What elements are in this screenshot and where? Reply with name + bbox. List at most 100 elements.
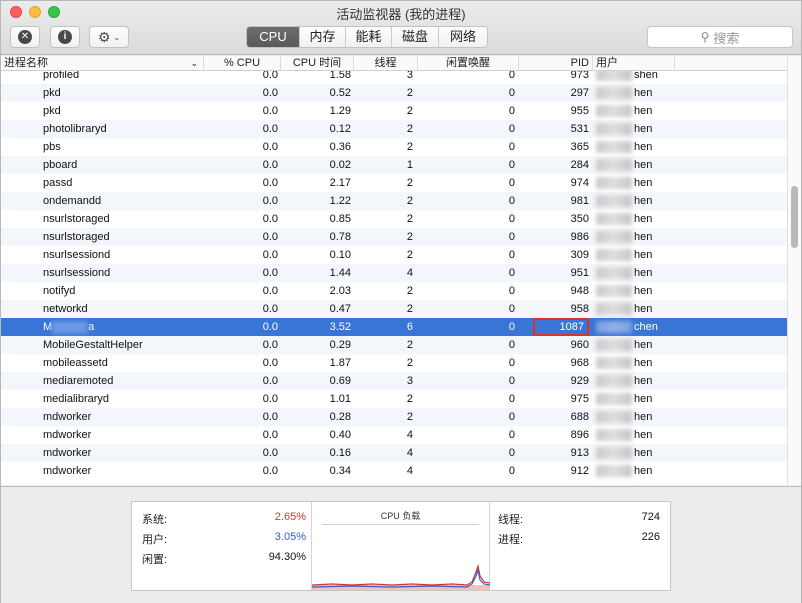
table-header: 进程名称 ⌄ % CPU CPU 时间 线程 闲置唤醒 PID 用户 [1,56,787,71]
table-row[interactable]: mdworker 0.0 0.16 4 0 913 hen [1,444,787,462]
redacted-user [596,447,632,460]
column-header-name[interactable]: 进程名称 ⌄ [1,56,204,71]
actions-menu-button[interactable]: ⚙ ⌄ [89,26,129,48]
user-name: hen [596,444,666,462]
table-row-selected[interactable]: Ma 0.0 3.52 6 0 1087 chen [1,318,787,336]
pid: 973 [570,71,589,81]
cpu-time: 0.69 [329,375,351,387]
thread-count: 4 [406,429,413,441]
process-name: ondemandd [43,195,102,207]
column-header-cpu[interactable]: % CPU [204,56,281,71]
table-row[interactable]: networkd 0.0 0.47 2 0 958 hen [1,300,787,318]
user-name-suffix: hen [634,105,653,117]
user-name-suffix: hen [634,285,653,297]
search-field[interactable]: ⚲ 搜索 [647,26,793,48]
column-header-idle-wakeups[interactable]: 闲置唤醒 [418,56,519,71]
pid: 896 [570,429,589,441]
user-name: hen [596,264,666,282]
table-row[interactable]: notifyd 0.0 2.03 2 0 948 hen [1,282,787,300]
table-row[interactable]: pkd 0.0 1.29 2 0 955 hen [1,102,787,120]
redacted-user [596,321,632,334]
idle-wakeups: 0 [508,195,515,207]
user-name-suffix: hen [634,249,653,261]
cpu-percent: 0.0 [262,87,278,99]
pid: 913 [570,447,589,459]
user-name: hen [596,120,666,138]
user-name: hen [596,228,666,246]
table-row[interactable]: MobileGestaltHelper 0.0 0.29 2 0 960 hen [1,336,787,354]
cpu-percent: 0.0 [262,465,278,477]
pid: 975 [570,393,589,405]
idle-wakeups: 0 [508,71,515,81]
pid: 986 [570,231,589,243]
cpu-time: 0.28 [329,411,351,423]
user-name: hen [596,426,666,444]
redacted-user [596,123,632,136]
cpu-percent: 0.0 [262,177,278,189]
process-name: pkd [43,105,61,117]
cpu-percent: 0.0 [262,159,278,171]
table-row[interactable]: pbs 0.0 0.36 2 0 365 hen [1,138,787,156]
inspect-process-button[interactable]: i [50,26,80,48]
cpu-percent: 0.0 [262,339,278,351]
chevron-down-icon: ⌄ [113,32,121,42]
user-name: hen [596,300,666,318]
cpu-time: 0.78 [329,231,351,243]
cpu-percent: 0.0 [262,357,278,369]
idle-wakeups: 0 [508,123,515,135]
user-name: hen [596,282,666,300]
user-name-suffix: hen [634,411,653,423]
cpu-percent: 0.0 [262,123,278,135]
process-name: mobileassetd [43,357,108,369]
pid: 968 [570,357,589,369]
table-row[interactable]: mobileassetd 0.0 1.87 2 0 968 hen [1,354,787,372]
idle-value: 94.30% [268,551,306,563]
table-row[interactable]: medialibraryd 0.0 1.01 2 0 975 hen [1,390,787,408]
process-name: nsurlstoraged [43,231,110,243]
quit-process-button[interactable]: ✕ [10,26,40,48]
table-row[interactable]: mdworker 0.0 0.34 4 0 912 hen [1,462,787,480]
table-row[interactable]: mdworker 0.0 0.28 2 0 688 hen [1,408,787,426]
user-name-suffix: hen [634,195,653,207]
user-name: hen [596,390,666,408]
cpu-time: 2.03 [329,285,351,297]
redacted-user [596,375,632,388]
column-header-user[interactable]: 用户 [593,56,675,71]
column-header-threads[interactable]: 线程 [354,56,418,71]
table-row[interactable]: ondemandd 0.0 1.22 2 0 981 hen [1,192,787,210]
tab-memory[interactable]: 内存 [299,27,345,47]
table-row[interactable]: nsurlsessiond 0.0 0.10 2 0 309 hen [1,246,787,264]
system-label: 系统: [142,514,168,526]
column-header-pid[interactable]: PID [519,56,593,71]
vertical-scrollbar[interactable] [787,56,801,485]
info-icon: i [58,30,72,44]
table-row[interactable]: nsurlstoraged 0.0 0.85 2 0 350 hen [1,210,787,228]
table-row[interactable]: mdworker 0.0 0.40 4 0 896 hen [1,426,787,444]
thread-count: 2 [406,285,413,297]
table-row[interactable]: photolibraryd 0.0 0.12 2 0 531 hen [1,120,787,138]
table-row[interactable]: profiled 0.0 1.58 3 0 973 shen [1,71,787,84]
table-row[interactable]: nsurlsessiond 0.0 1.44 4 0 951 hen [1,264,787,282]
table-row[interactable]: mediaremoted 0.0 0.69 3 0 929 hen [1,372,787,390]
table-row[interactable]: pboard 0.0 0.02 1 0 284 hen [1,156,787,174]
tab-cpu[interactable]: CPU [247,27,299,47]
table-row[interactable]: passd 0.0 2.17 2 0 974 hen [1,174,787,192]
tab-network[interactable]: 网络 [438,27,487,47]
table-row[interactable]: pkd 0.0 0.52 2 0 297 hen [1,84,787,102]
process-name: MobileGestaltHelper [43,339,143,351]
cpu-time: 1.01 [329,393,351,405]
pid: 297 [570,87,589,99]
table-row[interactable]: nsurlstoraged 0.0 0.78 2 0 986 hen [1,228,787,246]
cpu-time: 0.02 [329,159,351,171]
pid: 350 [570,213,589,225]
column-header-cpu-time[interactable]: CPU 时间 [281,56,354,71]
cpu-percent: 0.0 [262,285,278,297]
redacted-user [596,177,632,190]
user-name: hen [596,84,666,102]
tab-disk[interactable]: 磁盘 [391,27,438,47]
process-name: mdworker [43,465,92,477]
scrollbar-thumb[interactable] [791,186,798,248]
tab-energy[interactable]: 能耗 [345,27,391,47]
cpu-time: 1.58 [329,71,351,81]
pid: 929 [570,375,589,387]
